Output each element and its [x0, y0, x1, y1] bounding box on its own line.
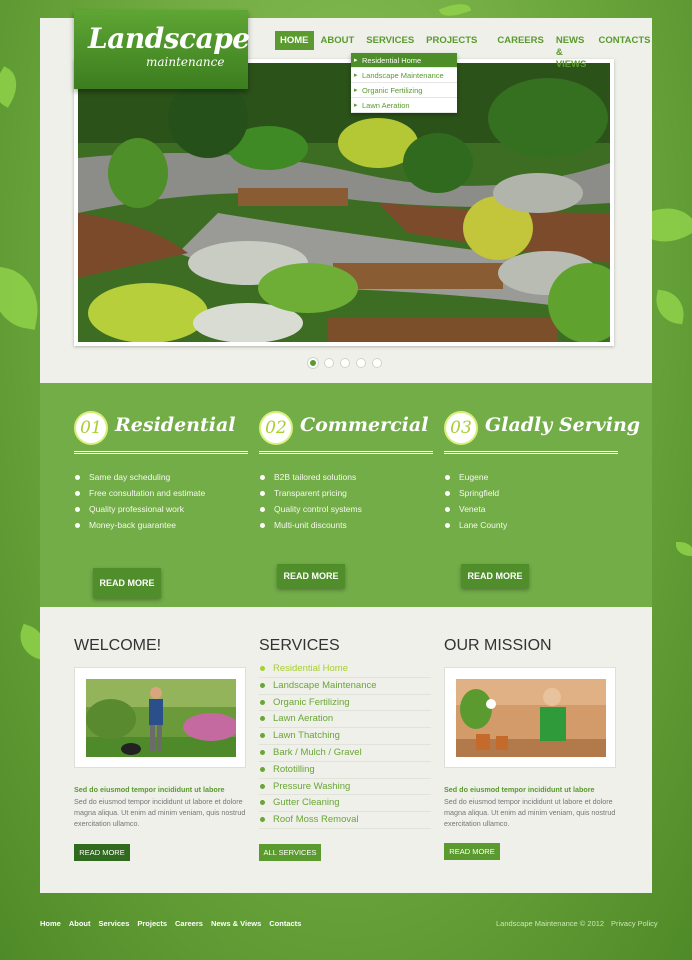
feature-number: 03: [450, 418, 472, 438]
list-item: Eugene: [444, 469, 507, 485]
list-item: Veneta: [444, 501, 507, 517]
privacy-policy-link[interactable]: Privacy Policy: [611, 919, 658, 928]
list-item: Quality professional work: [74, 501, 205, 517]
welcome-body: Sed do eiusmod tempor incididunt ut labo…: [74, 797, 246, 828]
divider: [444, 451, 618, 454]
footer-link-projects[interactable]: Projects: [137, 919, 167, 928]
service-link-lawn-aeration[interactable]: Lawn Aeration: [259, 711, 431, 729]
feature-number: 01: [80, 418, 102, 438]
site-logo[interactable]: Landscape maintenance: [74, 10, 250, 89]
list-item: Lane County: [444, 517, 507, 533]
list-item: Transparent pricing: [259, 485, 362, 501]
slider-dot-2[interactable]: [324, 358, 334, 368]
footer-link-news-views[interactable]: News & Views: [211, 919, 261, 928]
footer-link-home[interactable]: Home: [40, 919, 61, 928]
dropdown-item-landscape-maintenance[interactable]: Landscape Maintenance: [351, 68, 457, 83]
footer-link-services[interactable]: Services: [99, 919, 130, 928]
copyright-text: Landscape Maintenance © 2012: [496, 919, 605, 928]
welcome-heading: WELCOME!: [74, 637, 162, 654]
list-item: Same day scheduling: [74, 469, 205, 485]
footer-link-contacts[interactable]: Contacts: [269, 919, 301, 928]
leaf-decoration: [652, 289, 688, 325]
feature-number-badge: 02: [259, 411, 293, 445]
garden-illustration: [78, 63, 610, 342]
mission-heading: OUR MISSION: [444, 637, 552, 654]
features-band: 01 Residential Same day scheduling Free …: [40, 383, 652, 607]
header-panel: Landscape maintenance Home About Service…: [40, 10, 652, 383]
feature-list: Eugene Springfield Veneta Lane County: [444, 469, 507, 533]
services-heading: SERVICES: [259, 637, 340, 654]
nav-home[interactable]: Home: [275, 31, 314, 50]
list-item: Springfield: [444, 485, 507, 501]
services-list: Residential Home Landscape Maintenance O…: [259, 661, 431, 829]
all-services-button[interactable]: ALL SERVICES: [259, 844, 321, 861]
feature-number-badge: 03: [444, 411, 478, 445]
main-nav: Home About Services Projects Careers New…: [275, 31, 658, 70]
feature-title: Commercial: [300, 414, 429, 436]
services-dropdown-menu: Residential Home Landscape Maintenance O…: [351, 53, 457, 113]
slider-pagination: [308, 358, 388, 368]
nav-about[interactable]: About: [316, 31, 360, 50]
service-link-bark-mulch-gravel[interactable]: Bark / Mulch / Gravel: [259, 745, 431, 762]
service-link-landscape-maintenance[interactable]: Landscape Maintenance: [259, 678, 431, 695]
mission-read-more-button[interactable]: READ MORE: [444, 843, 500, 860]
list-item: B2B tailored solutions: [259, 469, 362, 485]
leaf-decoration: [676, 542, 692, 556]
dropdown-item-residential-home[interactable]: Residential Home: [351, 53, 457, 68]
woman-gardening-image: [456, 679, 606, 757]
dropdown-item-lawn-aeration[interactable]: Lawn Aeration: [351, 98, 457, 113]
footer-link-about[interactable]: About: [69, 919, 91, 928]
feature-title: Residential: [115, 414, 236, 436]
mission-body: Sed do eiusmod tempor incididunt ut labo…: [444, 797, 616, 828]
list-item: Quality control systems: [259, 501, 362, 517]
nav-contacts[interactable]: Contacts: [593, 31, 655, 50]
hero-slider-image: [74, 59, 614, 346]
leaf-decoration: [0, 66, 25, 108]
welcome-lead: Sed do eiusmod tempor incididunt ut labo…: [74, 785, 225, 794]
divider: [259, 451, 433, 454]
mission-photo: [444, 667, 616, 768]
feature-number-badge: 01: [74, 411, 108, 445]
slider-dot-5[interactable]: [372, 358, 382, 368]
list-item: Multi-unit discounts: [259, 517, 362, 533]
service-link-roof-moss-removal[interactable]: Roof Moss Removal: [259, 812, 431, 829]
nav-careers[interactable]: Careers: [492, 31, 548, 50]
slider-dot-4[interactable]: [356, 358, 366, 368]
service-link-lawn-thatching[interactable]: Lawn Thatching: [259, 728, 431, 745]
logo-subtitle: maintenance: [146, 55, 225, 69]
leaf-decoration: [0, 266, 45, 330]
dropdown-item-organic-fertilizing[interactable]: Organic Fertilizing: [351, 83, 457, 98]
residential-read-more-button[interactable]: READ MORE: [93, 568, 161, 598]
content-panel: WELCOME! Sed do eiusmod tempor incididun…: [40, 607, 652, 893]
service-link-organic-fertilizing[interactable]: Organic Fertilizing: [259, 695, 431, 712]
gardener-image: [86, 679, 236, 757]
service-link-residential-home[interactable]: Residential Home: [259, 661, 431, 678]
mission-lead: Sed do eiusmod tempor incididunt ut labo…: [444, 785, 595, 794]
slider-dot-3[interactable]: [340, 358, 350, 368]
divider: [74, 451, 248, 454]
footer-nav: Home About Services Projects Careers New…: [40, 919, 309, 928]
welcome-photo: [74, 667, 246, 768]
logo-title: Landscape: [88, 22, 250, 55]
commercial-read-more-button[interactable]: READ MORE: [277, 564, 345, 588]
list-item: Free consultation and estimate: [74, 485, 205, 501]
service-link-pressure-washing[interactable]: Pressure Washing: [259, 779, 431, 796]
feature-list: Same day scheduling Free consultation an…: [74, 469, 205, 533]
nav-projects[interactable]: Projects: [421, 31, 482, 50]
nav-news-views[interactable]: News & Views: [551, 31, 592, 70]
service-link-rototilling[interactable]: Rototilling: [259, 762, 431, 779]
list-item: Money-back guarantee: [74, 517, 205, 533]
slider-dot-1[interactable]: [308, 358, 318, 368]
service-link-gutter-cleaning[interactable]: Gutter Cleaning: [259, 795, 431, 813]
feature-list: B2B tailored solutions Transparent prici…: [259, 469, 362, 533]
page-container: Landscape maintenance Home About Service…: [40, 10, 652, 893]
feature-title: Gladly Serving: [485, 414, 641, 436]
feature-number: 02: [265, 418, 287, 438]
welcome-read-more-button[interactable]: READ MORE: [74, 844, 130, 861]
nav-services[interactable]: Services: [361, 31, 419, 50]
footer-link-careers[interactable]: Careers: [175, 919, 203, 928]
serving-read-more-button[interactable]: READ MORE: [461, 564, 529, 588]
